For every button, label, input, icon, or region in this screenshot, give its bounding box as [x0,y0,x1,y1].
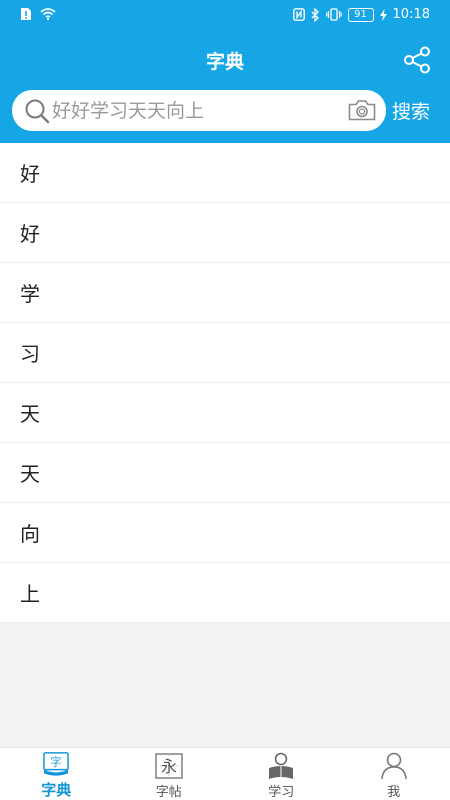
page-title: 字典 [205,51,244,73]
list-item-char: 上 [20,582,40,606]
vibrate-icon [325,8,342,21]
tab-label: 字典 [41,781,72,799]
bluetooth-icon [311,7,319,22]
list-item[interactable]: 学 [0,263,450,323]
tab-profile[interactable]: 我 [338,748,450,800]
list-item[interactable]: 好 [0,203,450,263]
list-item[interactable]: 好 [0,143,450,203]
list-item[interactable]: 天 [0,383,450,443]
tab-dictionary[interactable]: 字 字典 [0,748,113,800]
share-icon[interactable] [402,45,432,75]
bottom-tab-bar: 字 字典 永 字帖 学习 我 [0,747,450,800]
tab-label: 我 [387,785,401,800]
list-item[interactable]: 上 [0,563,450,623]
svg-text:永: 永 [161,757,177,776]
tab-label: 字帖 [155,785,182,800]
dictionary-icon: 字 [43,752,70,776]
search-button[interactable]: 搜索 [392,97,430,124]
tab-label: 学习 [268,785,295,800]
nfc-icon [292,8,305,21]
battery-level: 91 [354,8,367,20]
charging-icon [379,8,387,21]
list-item-char: 好 [20,222,40,246]
list-item[interactable]: 习 [0,323,450,383]
list-item-char: 向 [20,522,40,546]
battery-icon: 91 [347,7,374,22]
wifi-icon [40,8,56,20]
status-time: 10:18 [392,7,430,22]
profile-icon [380,752,407,780]
status-bar: 91 10:18 [0,0,450,30]
search-box [12,90,386,131]
list-item[interactable]: 天 [0,443,450,503]
search-icon [25,99,50,124]
camera-icon[interactable] [348,98,376,122]
list-item-char: 天 [20,462,40,486]
tab-copybook[interactable]: 永 字帖 [113,748,226,800]
header-bar: 91 10:18 字典 搜索 [0,0,450,143]
list-item-char: 天 [20,402,40,426]
study-icon [269,752,294,779]
list-item-char: 好 [20,162,40,186]
result-list: 好 好 学 习 天 天 向 上 [0,143,450,623]
tab-study[interactable]: 学习 [225,748,338,800]
search-input[interactable] [52,96,344,125]
copybook-icon: 永 [155,753,183,779]
list-item[interactable]: 向 [0,503,450,563]
sim-alert-icon [21,8,31,20]
list-item-char: 习 [20,342,40,366]
list-item-char: 学 [20,282,40,306]
svg-text:字: 字 [51,755,62,769]
